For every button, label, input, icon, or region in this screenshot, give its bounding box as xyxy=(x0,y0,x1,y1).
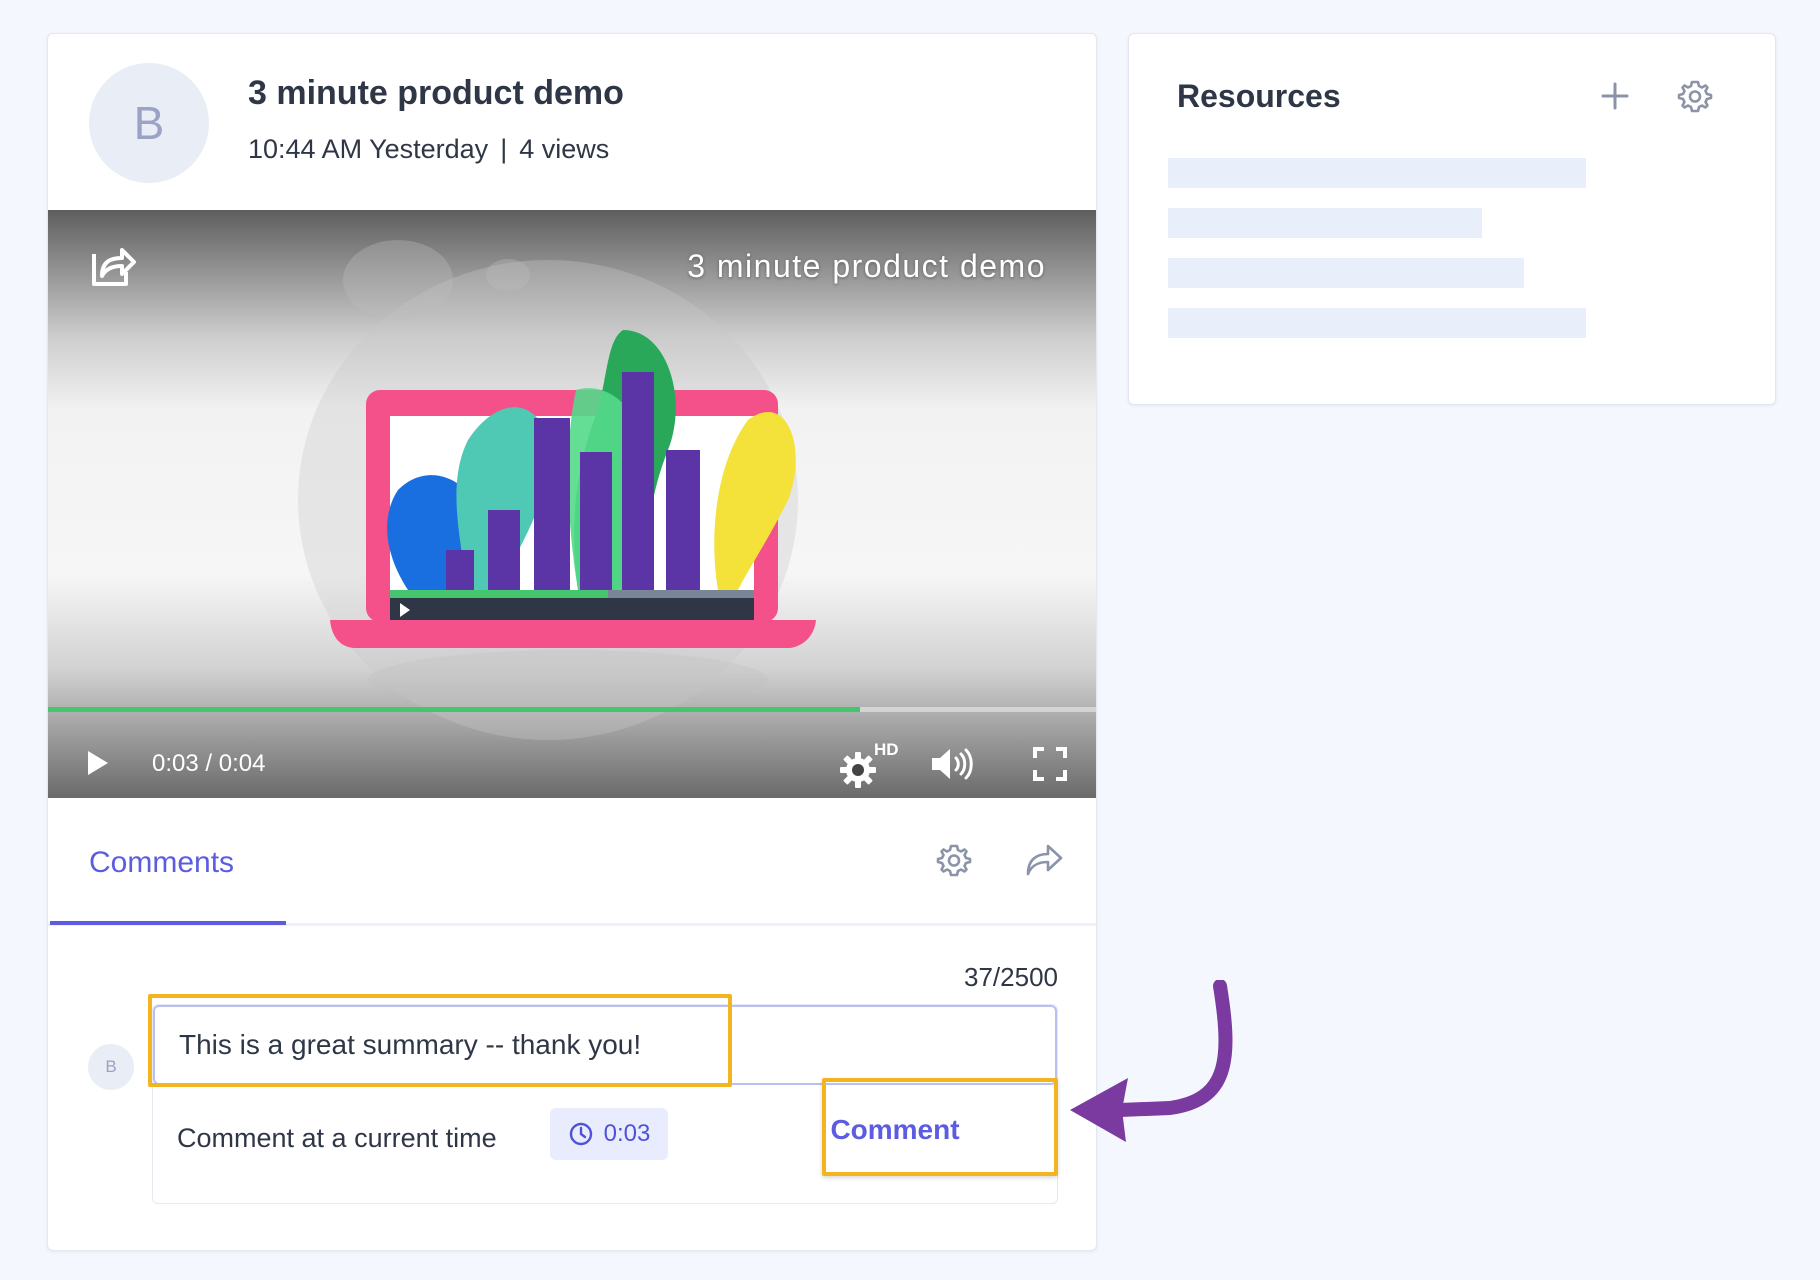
video-progress-bar[interactable] xyxy=(48,707,1096,712)
resource-placeholder xyxy=(1168,258,1524,288)
avatar: B xyxy=(89,63,209,183)
avatar: B xyxy=(88,1044,134,1090)
timestamp-chip-label: 0:03 xyxy=(603,1120,651,1147)
share-icon[interactable] xyxy=(88,242,136,290)
video-card: B 3 minute product demo 10:44 AM Yesterd… xyxy=(47,33,1097,1251)
video-progress-fill xyxy=(48,707,861,712)
button-highlight-annotation xyxy=(822,1078,1058,1176)
resource-placeholder xyxy=(1168,308,1586,338)
annotation-arrow xyxy=(1070,980,1233,1142)
meta-separator: | xyxy=(500,134,508,164)
page-title: 3 minute product demo xyxy=(248,74,624,112)
video-player[interactable]: 3 minute product demo 0:03 / 0:04 HD xyxy=(48,210,1096,798)
video-timestamp: 10:44 AM Yesterday xyxy=(248,134,489,164)
play-icon[interactable] xyxy=(82,748,112,778)
player-controls: 0:03 / 0:04 HD xyxy=(48,730,1096,798)
comments-tab-bar: Comments xyxy=(48,798,1096,926)
view-count: 4 views xyxy=(519,134,610,164)
tab-comments[interactable]: Comments xyxy=(89,846,234,880)
tab-active-indicator xyxy=(50,921,286,925)
resource-placeholder xyxy=(1168,208,1482,238)
plus-icon[interactable] xyxy=(1597,78,1633,114)
resources-card: Resources xyxy=(1128,33,1776,405)
clock-icon xyxy=(569,1122,592,1146)
video-meta: 10:44 AM Yesterday | 4 views xyxy=(248,134,609,165)
settings-hd-icon xyxy=(840,752,876,788)
hd-badge: HD xyxy=(874,740,899,759)
volume-icon[interactable] xyxy=(928,744,978,784)
share-icon[interactable] xyxy=(1024,842,1064,878)
video-overlay-title: 3 minute product demo xyxy=(687,248,1046,284)
char-counter: 37/2500 xyxy=(964,962,1058,992)
video-header: B 3 minute product demo 10:44 AM Yesterd… xyxy=(48,34,1096,210)
resources-title: Resources xyxy=(1177,78,1341,114)
time-display: 0:03 / 0:04 xyxy=(152,750,266,777)
input-highlight-annotation xyxy=(148,994,732,1087)
resource-placeholder xyxy=(1168,158,1586,188)
gear-icon[interactable] xyxy=(936,842,972,878)
quality-settings-button[interactable]: HD xyxy=(838,740,900,790)
fullscreen-icon[interactable] xyxy=(1032,746,1068,782)
gear-icon[interactable] xyxy=(1677,78,1713,114)
current-time-label: Comment at a current time xyxy=(177,1123,497,1153)
timestamp-chip[interactable]: 0:03 xyxy=(550,1108,668,1160)
